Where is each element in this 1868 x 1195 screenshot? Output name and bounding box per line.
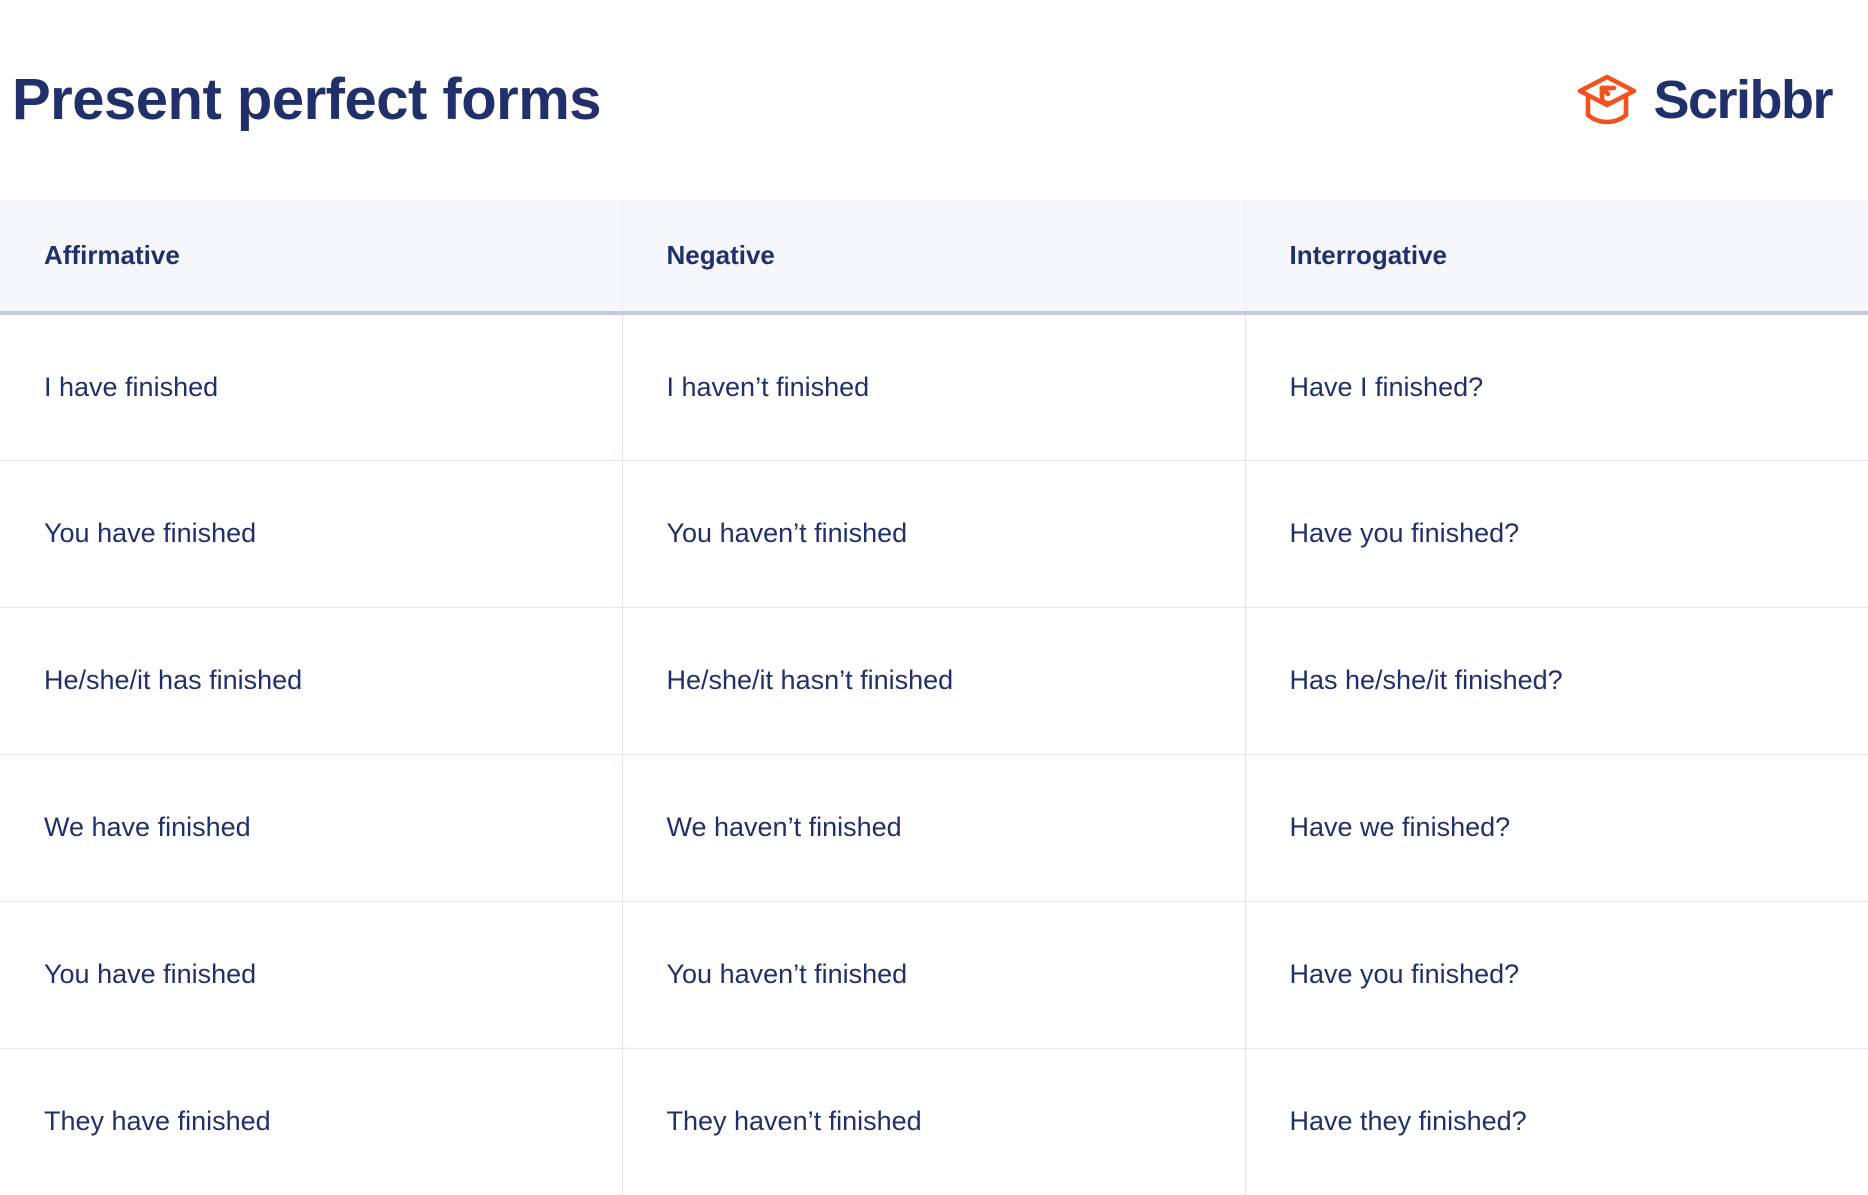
cell-interrogative: Has he/she/it finished? <box>1244 607 1868 755</box>
cell-interrogative: Have you finished? <box>1244 460 1868 608</box>
cell-negative: We haven’t finished <box>621 754 1245 902</box>
cell-negative: You haven’t finished <box>621 901 1245 1049</box>
table-row: You have finished You haven’t finished H… <box>0 901 1868 1049</box>
page-header: Present perfect forms Scribbr <box>0 0 1868 200</box>
cell-interrogative: Have they finished? <box>1244 1048 1868 1195</box>
cell-affirmative: He/she/it has finished <box>0 607 622 755</box>
cell-interrogative: Have I finished? <box>1244 313 1868 461</box>
cell-negative: I haven’t finished <box>621 313 1245 461</box>
present-perfect-forms-page: Present perfect forms Scribbr Affirmativ… <box>0 0 1868 1195</box>
cell-negative: He/she/it hasn’t finished <box>621 607 1245 755</box>
table-row: You have finished You haven’t finished H… <box>0 460 1868 608</box>
table-row: They have finished They haven’t finished… <box>0 1048 1868 1195</box>
scribbr-logo: Scribbr <box>1575 72 1834 128</box>
scribbr-wordmark: Scribbr <box>1653 70 1833 130</box>
cell-affirmative: You have finished <box>0 901 622 1049</box>
cell-affirmative: You have finished <box>0 460 622 608</box>
table-header-row: Affirmative Negative Interrogative <box>0 200 1868 315</box>
page-title: Present perfect forms <box>12 66 602 132</box>
cell-interrogative: Have we finished? <box>1244 754 1868 902</box>
column-header-affirmative: Affirmative <box>0 200 622 315</box>
cell-interrogative: Have you finished? <box>1244 901 1868 1049</box>
cell-affirmative: We have finished <box>0 754 622 902</box>
table-body: I have finished I haven’t finished Have … <box>0 313 1868 1195</box>
cell-affirmative: I have finished <box>0 313 622 461</box>
table-row: He/she/it has finished He/she/it hasn’t … <box>0 607 1868 755</box>
table-header: Affirmative Negative Interrogative <box>0 200 1868 315</box>
table-row: I have finished I haven’t finished Have … <box>0 313 1868 461</box>
present-perfect-forms-table: Affirmative Negative Interrogative I hav… <box>0 200 1868 1195</box>
graduation-cap-icon <box>1575 72 1639 128</box>
cell-negative: They haven’t finished <box>621 1048 1245 1195</box>
cell-affirmative: They have finished <box>0 1048 622 1195</box>
cell-negative: You haven’t finished <box>621 460 1245 608</box>
column-header-negative: Negative <box>621 200 1245 315</box>
column-header-interrogative: Interrogative <box>1244 200 1868 315</box>
table-row: We have finished We haven’t finished Hav… <box>0 754 1868 902</box>
